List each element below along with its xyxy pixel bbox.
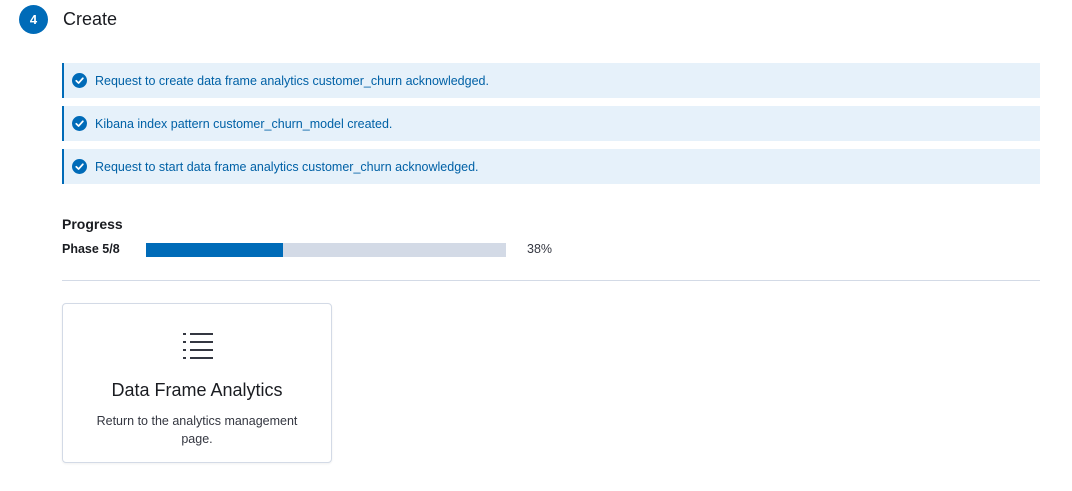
step-header: 4 Create bbox=[19, 5, 117, 34]
callout-text: Request to create data frame analytics c… bbox=[95, 73, 489, 88]
check-circle-icon bbox=[72, 73, 87, 88]
callout-text: Kibana index pattern customer_churn_mode… bbox=[95, 116, 393, 131]
progress-bar bbox=[146, 243, 506, 257]
card-title: Data Frame Analytics bbox=[111, 380, 283, 400]
list-icon bbox=[183, 333, 213, 359]
callout-index-pattern-created: Kibana index pattern customer_churn_mode… bbox=[62, 106, 1040, 141]
progress-percent: 38% bbox=[527, 242, 553, 256]
check-circle-icon bbox=[72, 159, 87, 174]
status-callouts: Request to create data frame analytics c… bbox=[62, 63, 1040, 192]
data-frame-analytics-card[interactable]: Data Frame Analytics Return to the analy… bbox=[62, 303, 332, 463]
callout-create-acknowledged: Request to create data frame analytics c… bbox=[62, 63, 1040, 98]
card-description: Return to the analytics management page. bbox=[96, 414, 298, 446]
divider bbox=[62, 280, 1040, 281]
phase-label: Phase 5/8 bbox=[62, 242, 120, 256]
step-title: Create bbox=[63, 9, 118, 29]
callout-text: Request to start data frame analytics cu… bbox=[95, 159, 479, 174]
step-number-badge: 4 bbox=[19, 5, 48, 34]
callout-start-acknowledged: Request to start data frame analytics cu… bbox=[62, 149, 1040, 184]
progress-title: Progress bbox=[62, 216, 123, 232]
check-circle-icon bbox=[72, 116, 87, 131]
progress-bar-fill bbox=[146, 243, 283, 257]
